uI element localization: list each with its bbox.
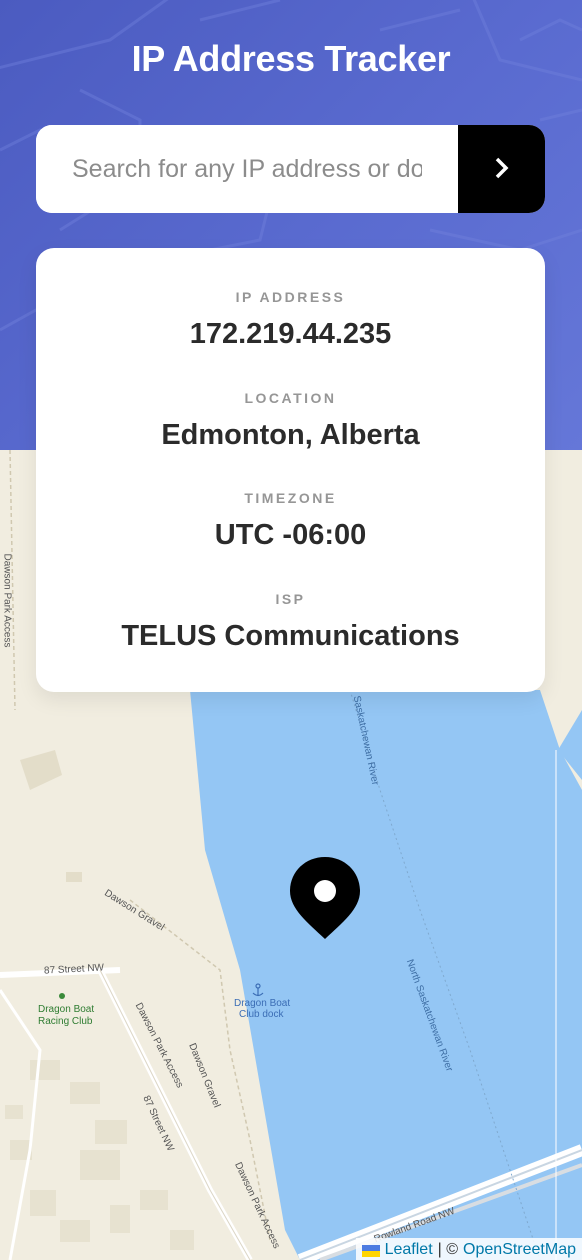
- chevron-right-icon: [495, 157, 509, 182]
- ip-info-card: IP Address 172.219.44.235 Location Edmon…: [36, 248, 545, 692]
- timezone-label: Timezone: [244, 490, 337, 506]
- map-label-dragon-boat-dock-1: Dragon Boat: [234, 998, 291, 1009]
- location-label: Location: [244, 389, 337, 406]
- timezone-value: UTC -06:00: [214, 519, 367, 551]
- search-input[interactable]: [36, 125, 458, 213]
- ip-address-label: IP Address: [235, 289, 346, 305]
- isp-label: ISP: [275, 590, 306, 607]
- leaflet-link[interactable]: Leaflet: [385, 1241, 433, 1259]
- search-bar: [36, 125, 545, 213]
- location-value: Edmonton, Alberta: [161, 418, 420, 451]
- map-label-dawson-park-access-1: Dawson Park Access: [1, 553, 13, 648]
- map-attribution: Leaflet | © OpenStreetMap: [355, 1238, 582, 1260]
- ip-address-value: 172.219.44.235: [189, 318, 392, 350]
- isp-block: ISP TELUS Communications: [36, 590, 545, 691]
- map-label-dragon-boat-club-2: Racing Club: [38, 1016, 93, 1027]
- location-block: Location Edmonton, Alberta: [36, 389, 545, 490]
- attribution-separator: | ©: [437, 1241, 459, 1258]
- ukraine-flag-icon: [361, 1244, 380, 1257]
- openstreetmap-link[interactable]: OpenStreetMap: [463, 1241, 576, 1259]
- page-title: IP Address Tracker: [131, 38, 451, 79]
- isp-value: TELUS Communications: [121, 619, 460, 652]
- search-button[interactable]: [458, 125, 545, 213]
- map-label-dragon-boat-dock-2: Club dock: [239, 1009, 284, 1020]
- timezone-block: Timezone UTC -06:00: [36, 489, 545, 590]
- location-pin-icon[interactable]: [290, 857, 360, 946]
- map-label-dragon-boat-club-1: Dragon Boat: [38, 1004, 95, 1015]
- ip-address-block: IP Address 172.219.44.235: [36, 288, 545, 389]
